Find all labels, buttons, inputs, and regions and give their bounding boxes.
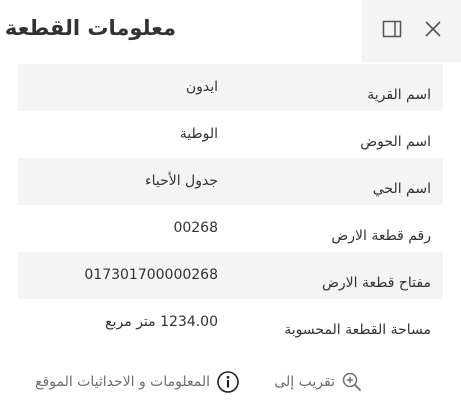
table-row: اسم الحوض الوطية xyxy=(18,111,443,158)
table-row: مساحة القطعة المحسوبة 1234.00 متر مربع xyxy=(18,299,443,346)
location-info-label: المعلومات و الاحداثيات الموقع xyxy=(35,374,210,390)
info-icon xyxy=(216,370,240,394)
attribute-value: 1234.00 متر مربع xyxy=(105,314,218,330)
attribute-value: 017301700000268 xyxy=(84,267,218,283)
table-row: اسم القرية ايدون xyxy=(18,64,443,111)
location-info-button[interactable]: المعلومات و الاحداثيات الموقع xyxy=(35,368,240,396)
zoom-to-label: تقريب إلى xyxy=(274,374,335,390)
table-row: رقم قطعة الارض 00268 xyxy=(18,205,443,252)
table-row: مفتاح قطعة الارض 017301700000268 xyxy=(18,252,443,299)
panel-title: معلومات القطعة xyxy=(4,16,176,40)
attribute-label: اسم الحي xyxy=(372,181,431,197)
attribute-label: رقم قطعة الارض xyxy=(331,228,431,244)
zoom-in-icon xyxy=(341,371,363,393)
zoom-to-button[interactable]: تقريب إلى xyxy=(274,368,363,396)
attribute-table: اسم القرية ايدون اسم الحوض الوطية اسم ال… xyxy=(18,64,443,346)
dock-panel-icon xyxy=(382,20,402,38)
attribute-value: جدول الأحياء xyxy=(145,173,218,189)
close-icon xyxy=(425,21,441,37)
attribute-label: مساحة القطعة المحسوبة xyxy=(284,322,431,338)
dock-panel-button[interactable] xyxy=(379,16,405,42)
attribute-label: اسم القرية xyxy=(367,87,431,103)
attribute-value: ايدون xyxy=(185,79,218,95)
attribute-value: 00268 xyxy=(173,220,218,236)
attribute-label: مفتاح قطعة الارض xyxy=(321,275,431,291)
attribute-value: الوطية xyxy=(179,126,218,142)
close-button[interactable] xyxy=(420,16,446,42)
table-row: اسم الحي جدول الأحياء xyxy=(18,158,443,205)
feature-info-panel: معلومات القطعة اسم القرية ايدون اسم الحو… xyxy=(0,0,461,417)
panel-footer: تقريب إلى المعلومات و الاحداثيات الموقع xyxy=(18,368,443,398)
header-toolbar-area xyxy=(362,0,461,62)
attribute-label: اسم الحوض xyxy=(360,134,431,150)
panel-header: معلومات القطعة xyxy=(0,0,461,62)
header-title-tab: معلومات القطعة xyxy=(0,0,362,62)
